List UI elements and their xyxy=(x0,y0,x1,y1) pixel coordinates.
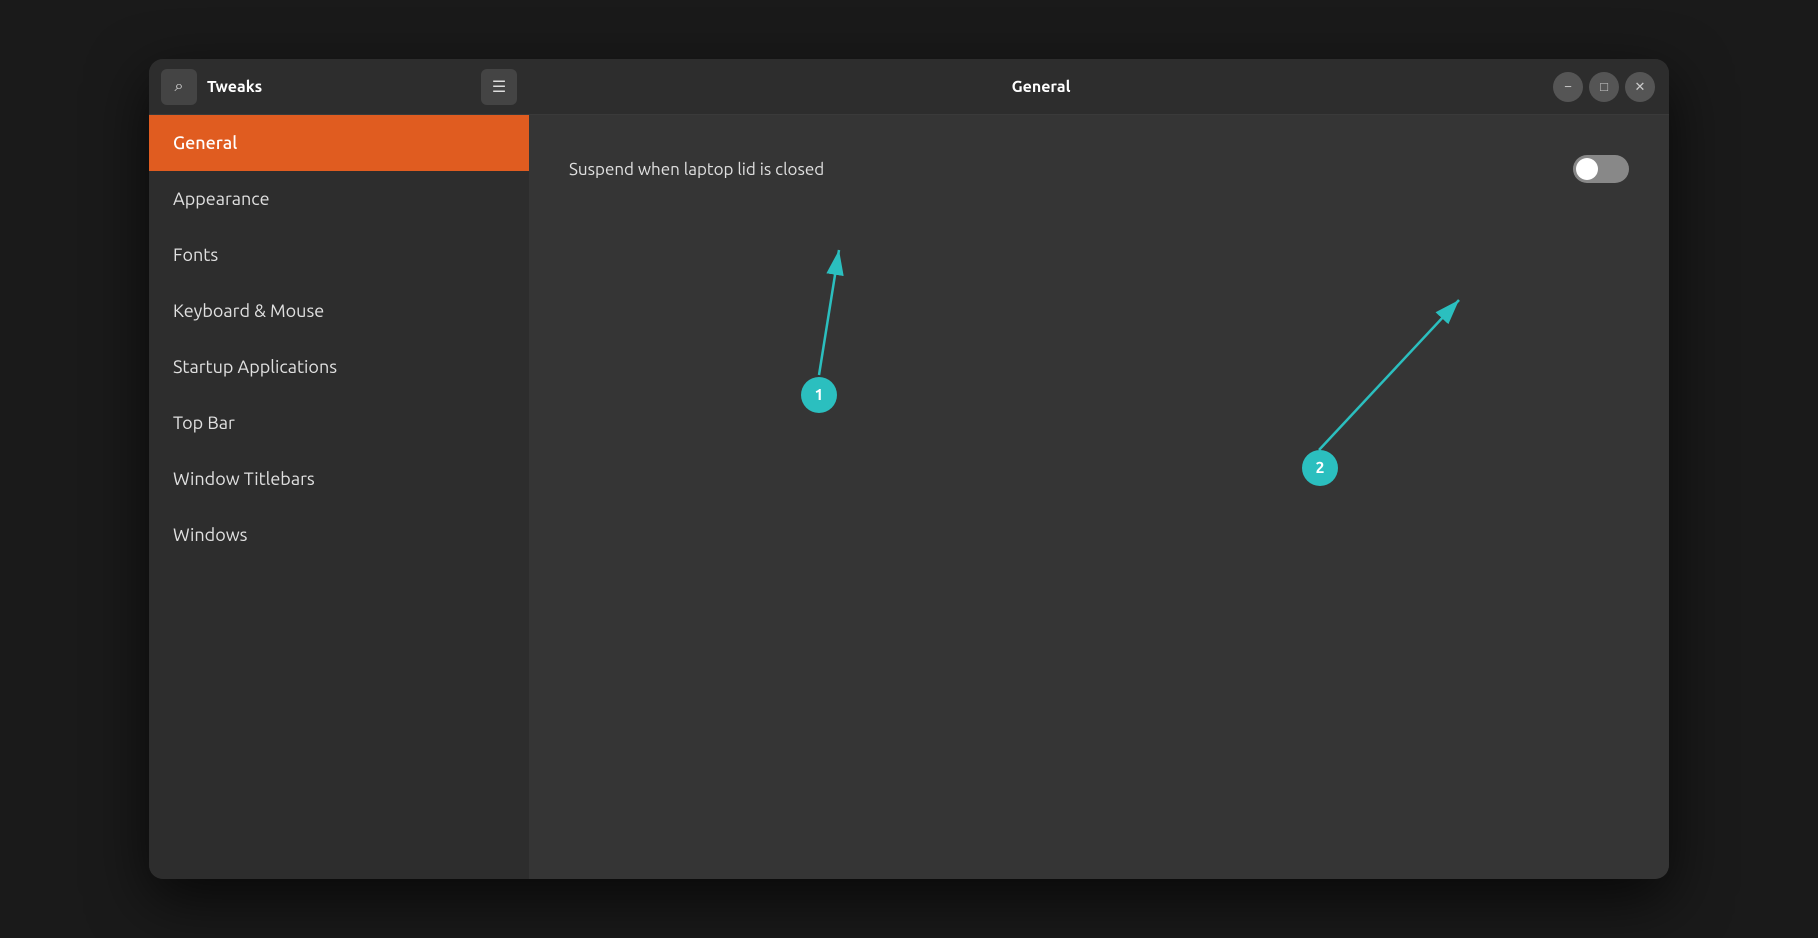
app-title: Tweaks xyxy=(207,78,471,96)
hamburger-icon: ☰ xyxy=(492,77,506,97)
sidebar-item-label: Windows xyxy=(173,525,247,545)
titlebar-center: General xyxy=(529,78,1553,96)
app-window: ⌕ Tweaks ☰ General − □ ✕ General Appeara… xyxy=(149,59,1669,879)
sidebar-item-startup-applications[interactable]: Startup Applications xyxy=(149,339,529,395)
sidebar-item-label: General xyxy=(173,133,237,153)
page-title: General xyxy=(1012,78,1071,96)
toggle-track xyxy=(1573,155,1629,183)
sidebar: General Appearance Fonts Keyboard & Mous… xyxy=(149,115,529,879)
titlebar-right: − □ ✕ xyxy=(1553,72,1669,102)
sidebar-item-label: Top Bar xyxy=(173,413,235,433)
sidebar-item-label: Appearance xyxy=(173,189,270,209)
titlebar-left: ⌕ Tweaks ☰ xyxy=(149,69,529,105)
menu-button[interactable]: ☰ xyxy=(481,69,517,105)
annotation-1: 1 xyxy=(801,377,837,413)
sidebar-item-general[interactable]: General xyxy=(149,115,529,171)
sidebar-item-label: Fonts xyxy=(173,245,218,265)
setting-row-suspend: Suspend when laptop lid is closed xyxy=(569,145,1629,193)
sidebar-item-keyboard-mouse[interactable]: Keyboard & Mouse xyxy=(149,283,529,339)
maximize-button[interactable]: □ xyxy=(1589,72,1619,102)
search-icon: ⌕ xyxy=(175,78,184,96)
sidebar-item-label: Startup Applications xyxy=(173,357,337,377)
search-button[interactable]: ⌕ xyxy=(161,69,197,105)
setting-label-suspend: Suspend when laptop lid is closed xyxy=(569,160,824,179)
annotations-layer: 1 2 xyxy=(529,115,1669,879)
arrow-svg xyxy=(529,115,1669,879)
annotation-2: 2 xyxy=(1302,450,1338,486)
toggle-thumb xyxy=(1576,158,1598,180)
sidebar-item-windows[interactable]: Windows xyxy=(149,507,529,563)
sidebar-item-top-bar[interactable]: Top Bar xyxy=(149,395,529,451)
sidebar-item-label: Window Titlebars xyxy=(173,469,315,489)
close-button[interactable]: ✕ xyxy=(1625,72,1655,102)
suspend-toggle[interactable] xyxy=(1573,155,1629,183)
content-area: General Appearance Fonts Keyboard & Mous… xyxy=(149,115,1669,879)
main-content: Suspend when laptop lid is closed xyxy=(529,115,1669,879)
sidebar-item-fonts[interactable]: Fonts xyxy=(149,227,529,283)
sidebar-item-label: Keyboard & Mouse xyxy=(173,301,324,321)
titlebar: ⌕ Tweaks ☰ General − □ ✕ xyxy=(149,59,1669,115)
sidebar-item-appearance[interactable]: Appearance xyxy=(149,171,529,227)
minimize-button[interactable]: − xyxy=(1553,72,1583,102)
sidebar-item-window-titlebars[interactable]: Window Titlebars xyxy=(149,451,529,507)
